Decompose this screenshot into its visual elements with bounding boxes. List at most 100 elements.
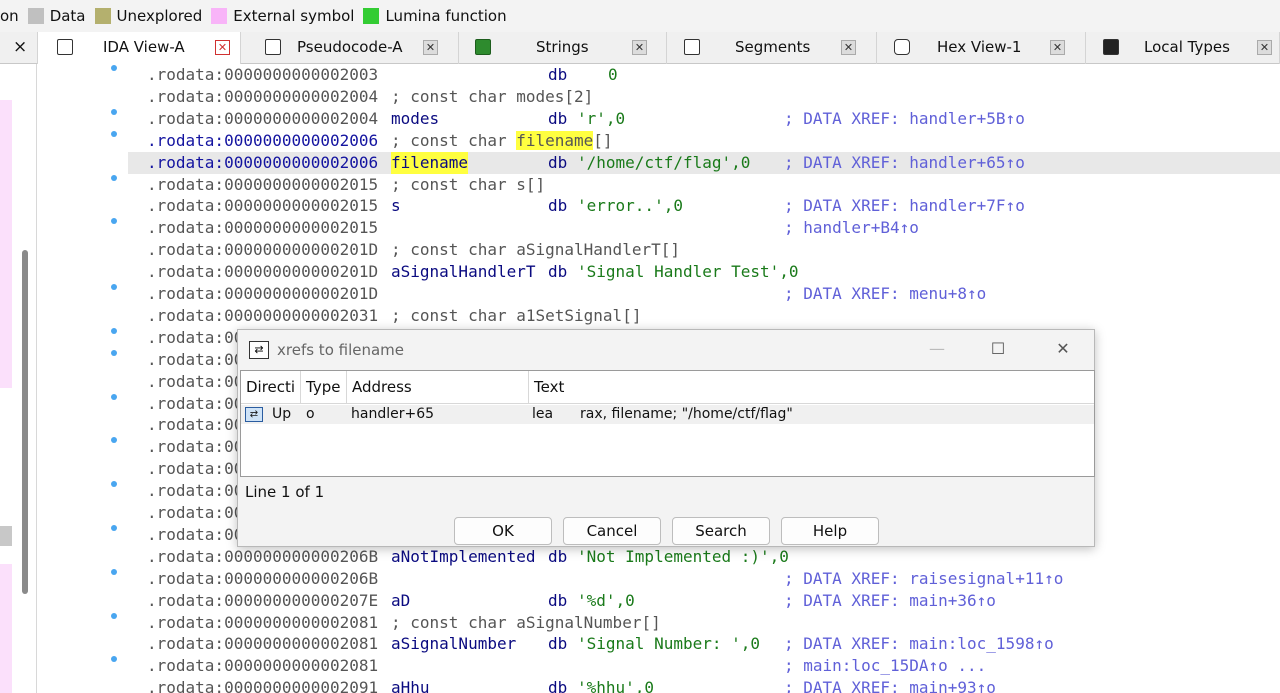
row-address: handler+65	[351, 406, 435, 422]
dialog-title-bar[interactable]: ⇄ xrefs to filename — ☐ ✕	[238, 330, 1096, 370]
listing-row[interactable]: .rodata:000000000000201D ; DATA XREF: men…	[38, 283, 1280, 305]
help-button[interactable]: Help	[781, 517, 879, 545]
tab-label: Local Types	[1144, 38, 1230, 56]
tab-local-types[interactable]: Local Types ✕	[1086, 32, 1280, 64]
listing-row[interactable]: .rodata:0000000000002006 filename db '/home…	[128, 151, 1280, 174]
address-label: .rodata:0000000000002004	[147, 86, 379, 106]
tab-strings[interactable]: Strings ✕	[459, 32, 667, 64]
minimize-button[interactable]: —	[927, 339, 947, 359]
tab-bar: × IDA View-A ✕ Pseudocode-A ✕ Strings ✕ …	[0, 32, 1280, 64]
left-pane-scrollbar[interactable]	[22, 250, 28, 594]
listing-row[interactable]: .rodata:0000000000002031 ; const char a1S…	[38, 305, 1280, 327]
tab-close-icon[interactable]: ✕	[423, 40, 438, 55]
listing-row[interactable]: .rodata:0000000000002004 modes db 'r',0 ; DA…	[38, 108, 1280, 130]
legend-label-on: on	[0, 7, 19, 25]
directive: db	[548, 196, 568, 216]
column-header-text[interactable]: Text	[529, 371, 1094, 404]
close-button[interactable]: ✕	[1053, 339, 1073, 359]
tab-ida-view-a[interactable]: IDA View-A ✕	[38, 32, 241, 64]
ok-button[interactable]: OK	[454, 517, 552, 545]
tab-close-icon[interactable]: ✕	[1257, 40, 1272, 55]
declaration-comment: ; const char aSignalNumber[]	[391, 612, 661, 632]
listing-row[interactable]: .rodata:000000000000201D ; const char aSi…	[38, 239, 1280, 261]
directive: db	[548, 634, 568, 654]
maximize-button[interactable]: ☐	[988, 339, 1008, 359]
legend-label-lumina-function: Lumina function	[385, 7, 507, 25]
operand-value: 0	[608, 65, 618, 84]
listing-row[interactable]: .rodata:0000000000002081 ; const char aSi…	[38, 612, 1280, 634]
listing-row[interactable]: .rodata:0000000000002081 aSignalNumber db '…	[38, 633, 1280, 655]
line-marker-dot	[111, 393, 117, 400]
listing-row[interactable]: .rodata:0000000000002091 aHhu db '%hhu',0 ; …	[38, 677, 1280, 693]
line-marker-dot	[111, 218, 117, 225]
declaration-text: []	[593, 130, 613, 150]
legend-item-external-symbol: External symbol	[211, 7, 354, 25]
tab-pseudocode-a[interactable]: Pseudocode-A ✕	[241, 32, 459, 64]
listing-row[interactable]: .rodata:000000000000206B ; DATA XREF: rai…	[38, 568, 1280, 590]
tab-close-icon[interactable]: ✕	[632, 40, 647, 55]
line-marker-dot	[111, 612, 117, 619]
legend-swatch-data	[27, 8, 44, 24]
declaration-comment: ; const char s[]	[391, 174, 546, 194]
listing-row[interactable]: .rodata:0000000000002004 ; const char mod…	[38, 86, 1280, 108]
address-label: .rodata:0000000000002004	[147, 108, 379, 128]
listing-row[interactable]: .rodata:000000000000206B aNotImplemented d…	[38, 546, 1280, 568]
listing-row[interactable]: .rodata:0000000000002015 ; handler+B4↑o	[38, 217, 1280, 239]
xrefs-icon: ⇄	[249, 341, 269, 359]
tab-close-icon[interactable]: ✕	[1050, 40, 1065, 55]
address-label: .rodata:00	[147, 415, 244, 435]
table-row[interactable]: ⇄ Up o handler+65 lea rax, filename; "/h…	[241, 405, 1094, 424]
xref-comment: ; DATA XREF: main+93↑o	[784, 678, 996, 693]
cancel-button[interactable]: Cancel	[563, 517, 661, 545]
tab-label: Segments	[735, 38, 811, 56]
column-header-address[interactable]: Address	[347, 371, 529, 404]
address-label: .rodata:0000000000002015	[147, 174, 379, 194]
directive: db	[548, 678, 568, 693]
xref-direction-icon: ⇄	[245, 407, 263, 422]
listing-row[interactable]: .rodata:000000000000201D aSignalHandlerT d…	[38, 261, 1280, 283]
column-header-type[interactable]: Type	[301, 371, 347, 404]
listing-row[interactable]: .rodata:0000000000002003 db 0	[38, 64, 1280, 86]
address-label: .rodata:00	[147, 371, 244, 391]
line-marker-dot	[111, 481, 117, 488]
xref-comment: ; DATA XREF: raisesignal+11↑o	[784, 568, 1064, 588]
address-label: .rodata:000000000000206B	[147, 568, 379, 588]
tab-close-icon[interactable]: ✕	[841, 40, 856, 55]
symbol-name: aSignalNumber	[391, 634, 517, 654]
operand-value: '%d',0	[577, 590, 635, 610]
listing-row[interactable]: .rodata:0000000000002006 ; const char fil…	[38, 130, 1280, 152]
xrefs-table[interactable]: Directi Type Address Text ⇄ Up o handler…	[240, 370, 1095, 477]
address-label: .rodata:0000000000002015	[147, 196, 379, 216]
xref-comment: ; DATA XREF: menu+8↑o	[784, 284, 987, 303]
address-label: .rodata:0000000000002006	[147, 152, 379, 172]
legend-item-data: Data	[27, 7, 86, 25]
symbol-name: aSignalHandlerT	[391, 262, 536, 282]
line-marker-dot	[111, 437, 117, 444]
left-pane-close-icon[interactable]: ×	[13, 37, 27, 57]
search-button[interactable]: Search	[672, 517, 770, 545]
xref-comment: ; DATA XREF: main+36↑o	[784, 590, 996, 610]
tab-close-icon[interactable]: ✕	[215, 40, 230, 55]
line-marker-dot	[111, 349, 117, 356]
address-label: .rodata:0000000000002091	[147, 678, 379, 693]
symbol-name: modes	[391, 108, 440, 128]
listing-row[interactable]: .rodata:0000000000002081 ; main:loc_15DA↑…	[38, 655, 1280, 677]
address-label: .rodata:00	[147, 503, 244, 522]
legend-swatch-lumina-function	[363, 8, 380, 24]
address-label: .rodata:000000000000201D	[147, 284, 379, 303]
listing-row[interactable]: .rodata:000000000000207E aD db '%d',0 ; DATA…	[38, 590, 1280, 612]
symbol-name: aNotImplemented	[391, 546, 536, 566]
address-label: .rodata:000000000000201D	[147, 262, 379, 282]
listing-row[interactable]: .rodata:0000000000002015 s db 'error..',0 ; …	[38, 195, 1280, 217]
declaration-comment: ; const char filename[]	[391, 130, 613, 152]
tab-label: Pseudocode-A	[297, 38, 403, 56]
tab-segments[interactable]: Segments ✕	[667, 32, 877, 64]
symbol-name: s	[391, 196, 401, 216]
dialog-title: xrefs to filename	[277, 341, 405, 359]
operand-value: 'r',0	[577, 108, 626, 128]
address-label: .rodata:00	[147, 459, 244, 479]
tab-hex-view-1[interactable]: Hex View-1 ✕	[877, 32, 1086, 64]
listing-row[interactable]: .rodata:0000000000002015 ; const char s[]	[38, 174, 1280, 196]
column-header-direction[interactable]: Directi	[241, 371, 301, 404]
xref-comment: ; DATA XREF: handler+7F↑o	[784, 196, 1025, 216]
